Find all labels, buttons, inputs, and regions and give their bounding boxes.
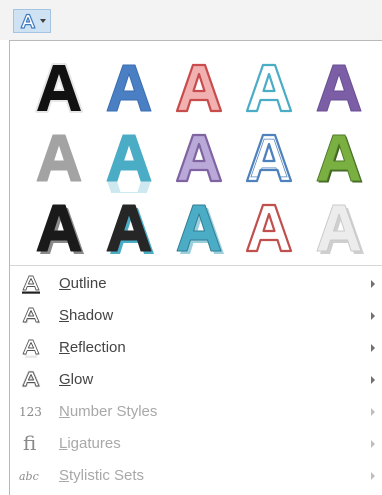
menu-item-label: Outline bbox=[59, 275, 107, 292]
menu-item-label: Ligatures bbox=[59, 435, 121, 452]
effect-swatch-1-3[interactable] bbox=[164, 53, 234, 123]
styled-a-glyph bbox=[106, 204, 154, 254]
menu-item-label: Shadow bbox=[59, 307, 114, 324]
menu-item-shadow[interactable]: Shadow bbox=[10, 300, 382, 332]
submenu-arrow-icon bbox=[371, 440, 375, 448]
styled-a-glyph bbox=[316, 64, 362, 112]
styled-a-glyph bbox=[316, 204, 364, 254]
text-effects-button[interactable] bbox=[13, 9, 51, 33]
effect-swatch-3-1[interactable] bbox=[24, 193, 94, 263]
styled-a-glyph bbox=[35, 63, 83, 113]
submenu-arrow-icon bbox=[371, 280, 375, 288]
menu-item-stylistic-sets[interactable]: abc Stylistic Sets bbox=[10, 460, 382, 492]
number-styles-icon: 123 bbox=[19, 405, 42, 419]
menu-item-glow[interactable]: Glow bbox=[10, 364, 382, 396]
menu-divider bbox=[10, 265, 382, 266]
effect-swatch-3-2[interactable] bbox=[94, 193, 164, 263]
text-effects-menu: Outline Shadow Reflection Glow 123 Number Sty… bbox=[9, 40, 382, 495]
shadow-a-icon bbox=[20, 306, 42, 326]
menu-item-outline[interactable]: Outline bbox=[10, 268, 382, 300]
menu-item-ligatures[interactable]: fi Ligatures bbox=[10, 428, 382, 460]
effect-swatch-1-4[interactable] bbox=[234, 53, 304, 123]
styled-a-glyph bbox=[176, 204, 224, 254]
menu-item-label: Stylistic Sets bbox=[59, 467, 145, 484]
styled-a-glyph bbox=[245, 63, 293, 113]
submenu-arrow-icon bbox=[371, 344, 375, 352]
text-effects-a-icon bbox=[19, 13, 36, 29]
effect-swatch-3-5[interactable] bbox=[304, 193, 374, 263]
submenu-arrow-icon bbox=[371, 376, 375, 384]
menu-item-number-styles[interactable]: 123 Number Styles bbox=[10, 396, 382, 428]
effect-swatch-3-4[interactable] bbox=[234, 193, 304, 263]
styled-a-glyph bbox=[106, 64, 152, 112]
styled-a-glyph bbox=[316, 134, 363, 183]
menu-item-label: Number Styles bbox=[59, 403, 158, 420]
effect-swatch-2-1[interactable] bbox=[24, 123, 94, 193]
effect-swatch-2-3[interactable] bbox=[164, 123, 234, 193]
styled-a-glyph bbox=[245, 133, 293, 183]
stylistic-sets-icon: abc bbox=[19, 470, 39, 483]
menu-item-reflection[interactable]: Reflection bbox=[10, 332, 382, 364]
menu-item-label: Glow bbox=[59, 371, 94, 388]
effect-swatch-2-4[interactable] bbox=[234, 123, 304, 193]
submenu-arrow-icon bbox=[371, 312, 375, 320]
effect-swatch-1-2[interactable] bbox=[94, 53, 164, 123]
effect-swatch-3-3[interactable] bbox=[164, 193, 234, 263]
submenu-arrow-icon bbox=[371, 408, 375, 416]
text-effects-gallery bbox=[24, 53, 374, 263]
styled-a-glyph bbox=[106, 134, 152, 193]
chevron-down-icon bbox=[39, 19, 46, 23]
effect-swatch-2-2[interactable] bbox=[94, 123, 164, 193]
styled-a-glyph bbox=[36, 134, 82, 182]
submenu-arrow-icon bbox=[371, 472, 375, 480]
styled-a-glyph bbox=[175, 133, 223, 183]
menu-item-label: Reflection bbox=[59, 339, 126, 356]
reflection-a-icon bbox=[20, 338, 42, 358]
ribbon-strip bbox=[0, 0, 382, 40]
glow-a-icon bbox=[20, 370, 42, 390]
effect-swatch-1-5[interactable] bbox=[304, 53, 374, 123]
styled-a-glyph bbox=[245, 203, 293, 253]
effect-swatch-1-1[interactable] bbox=[24, 53, 94, 123]
effect-swatch-2-5[interactable] bbox=[304, 123, 374, 193]
outline-a-icon bbox=[20, 274, 42, 294]
ligatures-icon: fi bbox=[23, 431, 37, 455]
styled-a-glyph bbox=[175, 63, 223, 113]
styled-a-glyph bbox=[36, 204, 84, 254]
effect-options-list: Outline Shadow Reflection Glow 123 Number Sty… bbox=[10, 268, 382, 492]
